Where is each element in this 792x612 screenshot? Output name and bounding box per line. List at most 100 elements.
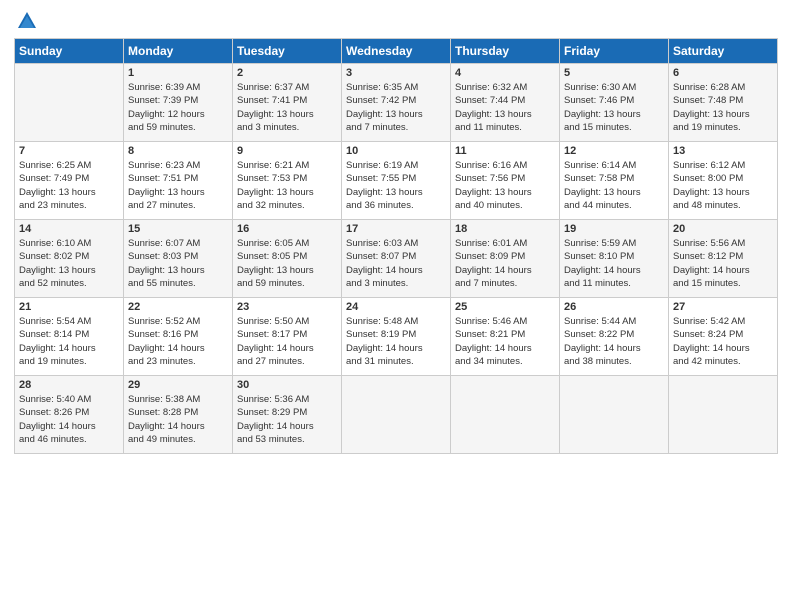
day-number: 19 [564, 223, 664, 235]
day-cell [342, 376, 451, 454]
day-number: 12 [564, 145, 664, 157]
col-header-friday: Friday [560, 39, 669, 64]
day-info: Sunrise: 5:54 AM Sunset: 8:14 PM Dayligh… [19, 315, 119, 368]
day-cell: 27 Sunrise: 5:42 AM Sunset: 8:24 PM Dayli… [669, 298, 778, 376]
day-cell: 18 Sunrise: 6:01 AM Sunset: 8:09 PM Dayli… [451, 220, 560, 298]
day-info: Sunrise: 6:23 AM Sunset: 7:51 PM Dayligh… [128, 159, 228, 212]
day-number: 23 [237, 301, 337, 313]
page-container: SundayMondayTuesdayWednesdayThursdayFrid… [0, 0, 792, 462]
week-row-1: 1Sunrise: 6:39 AM Sunset: 7:39 PM Daylig… [15, 64, 778, 142]
day-cell: 4 Sunrise: 6:32 AM Sunset: 7:44 PM Daylig… [451, 64, 560, 142]
day-info: Sunrise: 6:10 AM Sunset: 8:02 PM Dayligh… [19, 237, 119, 290]
day-info: Sunrise: 6:12 AM Sunset: 8:00 PM Dayligh… [673, 159, 773, 212]
day-cell: 23 Sunrise: 5:50 AM Sunset: 8:17 PM Dayli… [233, 298, 342, 376]
col-header-monday: Monday [124, 39, 233, 64]
day-cell: 13 Sunrise: 6:12 AM Sunset: 8:00 PM Dayli… [669, 142, 778, 220]
day-cell: 25 Sunrise: 5:46 AM Sunset: 8:21 PM Dayli… [451, 298, 560, 376]
day-info: Sunrise: 5:40 AM Sunset: 8:26 PM Dayligh… [19, 393, 119, 446]
day-info: Sunrise: 5:38 AM Sunset: 8:28 PM Dayligh… [128, 393, 228, 446]
day-number: 22 [128, 301, 228, 313]
day-number: 17 [346, 223, 446, 235]
day-cell: 2 Sunrise: 6:37 AM Sunset: 7:41 PM Daylig… [233, 64, 342, 142]
day-cell: 8 Sunrise: 6:23 AM Sunset: 7:51 PM Daylig… [124, 142, 233, 220]
day-cell [560, 376, 669, 454]
header [14, 10, 778, 32]
day-cell: 11Sunrise: 6:16 AM Sunset: 7:56 PM Dayli… [451, 142, 560, 220]
day-cell: 30 Sunrise: 5:36 AM Sunset: 8:29 PM Dayli… [233, 376, 342, 454]
day-info: Sunrise: 5:50 AM Sunset: 8:17 PM Dayligh… [237, 315, 337, 368]
day-number: 10 [346, 145, 446, 157]
day-cell: 1Sunrise: 6:39 AM Sunset: 7:39 PM Daylig… [124, 64, 233, 142]
col-header-saturday: Saturday [669, 39, 778, 64]
day-number: 7 [19, 145, 119, 157]
day-number: 6 [673, 67, 773, 79]
header-row: SundayMondayTuesdayWednesdayThursdayFrid… [15, 39, 778, 64]
day-cell: 21 Sunrise: 5:54 AM Sunset: 8:14 PM Dayli… [15, 298, 124, 376]
day-cell: 15 Sunrise: 6:07 AM Sunset: 8:03 PM Dayli… [124, 220, 233, 298]
day-cell: 12Sunrise: 6:14 AM Sunset: 7:58 PM Dayli… [560, 142, 669, 220]
day-number: 30 [237, 379, 337, 391]
day-cell: 22 Sunrise: 5:52 AM Sunset: 8:16 PM Dayli… [124, 298, 233, 376]
day-cell [15, 64, 124, 142]
day-number: 21 [19, 301, 119, 313]
day-number: 29 [128, 379, 228, 391]
week-row-4: 21 Sunrise: 5:54 AM Sunset: 8:14 PM Dayli… [15, 298, 778, 376]
day-cell: 20 Sunrise: 5:56 AM Sunset: 8:12 PM Dayli… [669, 220, 778, 298]
day-cell: 29 Sunrise: 5:38 AM Sunset: 8:28 PM Dayli… [124, 376, 233, 454]
col-header-sunday: Sunday [15, 39, 124, 64]
day-cell: 19Sunrise: 5:59 AM Sunset: 8:10 PM Dayli… [560, 220, 669, 298]
day-number: 25 [455, 301, 555, 313]
day-info: Sunrise: 5:48 AM Sunset: 8:19 PM Dayligh… [346, 315, 446, 368]
day-info: Sunrise: 5:42 AM Sunset: 8:24 PM Dayligh… [673, 315, 773, 368]
day-info: Sunrise: 6:39 AM Sunset: 7:39 PM Dayligh… [128, 81, 228, 134]
day-number: 28 [19, 379, 119, 391]
day-info: Sunrise: 6:35 AM Sunset: 7:42 PM Dayligh… [346, 81, 446, 134]
day-number: 20 [673, 223, 773, 235]
day-cell [669, 376, 778, 454]
day-info: Sunrise: 6:21 AM Sunset: 7:53 PM Dayligh… [237, 159, 337, 212]
day-cell [451, 376, 560, 454]
day-cell: 3 Sunrise: 6:35 AM Sunset: 7:42 PM Daylig… [342, 64, 451, 142]
logo [14, 10, 40, 32]
day-number: 8 [128, 145, 228, 157]
col-header-wednesday: Wednesday [342, 39, 451, 64]
week-row-5: 28 Sunrise: 5:40 AM Sunset: 8:26 PM Dayli… [15, 376, 778, 454]
day-info: Sunrise: 6:25 AM Sunset: 7:49 PM Dayligh… [19, 159, 119, 212]
day-number: 15 [128, 223, 228, 235]
day-number: 13 [673, 145, 773, 157]
day-number: 18 [455, 223, 555, 235]
day-info: Sunrise: 5:36 AM Sunset: 8:29 PM Dayligh… [237, 393, 337, 446]
day-info: Sunrise: 5:46 AM Sunset: 8:21 PM Dayligh… [455, 315, 555, 368]
day-cell: 17 Sunrise: 6:03 AM Sunset: 8:07 PM Dayli… [342, 220, 451, 298]
day-cell: 26 Sunrise: 5:44 AM Sunset: 8:22 PM Dayli… [560, 298, 669, 376]
day-cell: 5Sunrise: 6:30 AM Sunset: 7:46 PM Daylig… [560, 64, 669, 142]
day-cell: 7 Sunrise: 6:25 AM Sunset: 7:49 PM Daylig… [15, 142, 124, 220]
week-row-2: 7 Sunrise: 6:25 AM Sunset: 7:49 PM Daylig… [15, 142, 778, 220]
day-info: Sunrise: 6:01 AM Sunset: 8:09 PM Dayligh… [455, 237, 555, 290]
day-cell: 10Sunrise: 6:19 AM Sunset: 7:55 PM Dayli… [342, 142, 451, 220]
day-info: Sunrise: 6:37 AM Sunset: 7:41 PM Dayligh… [237, 81, 337, 134]
day-info: Sunrise: 5:56 AM Sunset: 8:12 PM Dayligh… [673, 237, 773, 290]
calendar-table: SundayMondayTuesdayWednesdayThursdayFrid… [14, 38, 778, 454]
day-number: 27 [673, 301, 773, 313]
day-info: Sunrise: 5:52 AM Sunset: 8:16 PM Dayligh… [128, 315, 228, 368]
day-cell: 9 Sunrise: 6:21 AM Sunset: 7:53 PM Daylig… [233, 142, 342, 220]
day-number: 2 [237, 67, 337, 79]
day-number: 14 [19, 223, 119, 235]
day-number: 3 [346, 67, 446, 79]
day-info: Sunrise: 6:28 AM Sunset: 7:48 PM Dayligh… [673, 81, 773, 134]
day-number: 4 [455, 67, 555, 79]
day-info: Sunrise: 6:03 AM Sunset: 8:07 PM Dayligh… [346, 237, 446, 290]
day-number: 26 [564, 301, 664, 313]
day-info: Sunrise: 6:32 AM Sunset: 7:44 PM Dayligh… [455, 81, 555, 134]
week-row-3: 14 Sunrise: 6:10 AM Sunset: 8:02 PM Dayli… [15, 220, 778, 298]
day-info: Sunrise: 5:44 AM Sunset: 8:22 PM Dayligh… [564, 315, 664, 368]
day-number: 9 [237, 145, 337, 157]
day-info: Sunrise: 6:05 AM Sunset: 8:05 PM Dayligh… [237, 237, 337, 290]
day-cell: 16 Sunrise: 6:05 AM Sunset: 8:05 PM Dayli… [233, 220, 342, 298]
day-cell: 28 Sunrise: 5:40 AM Sunset: 8:26 PM Dayli… [15, 376, 124, 454]
day-number: 5 [564, 67, 664, 79]
day-number: 16 [237, 223, 337, 235]
day-info: Sunrise: 6:07 AM Sunset: 8:03 PM Dayligh… [128, 237, 228, 290]
logo-icon [16, 10, 38, 32]
